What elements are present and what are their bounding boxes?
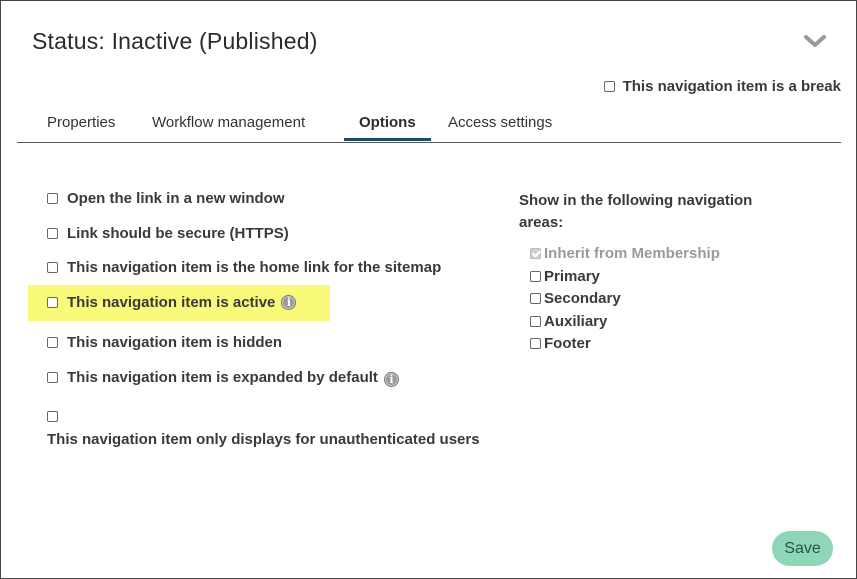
info-icon[interactable]: i — [281, 295, 297, 310]
tab-access-settings[interactable]: Access settings — [448, 114, 552, 139]
area-label: Primary — [544, 268, 600, 285]
option-label: This navigation item is the home link fo… — [67, 259, 442, 276]
break-option[interactable]: This navigation item is a break — [603, 78, 841, 95]
option-expanded[interactable]: This navigation item is expanded by defa… — [47, 368, 399, 387]
option-label: This navigation item is active — [67, 294, 276, 311]
active-checkbox[interactable] — [47, 297, 58, 308]
area-auxiliary[interactable]: Auxiliary — [530, 313, 607, 330]
option-label: Link should be secure (HTTPS) — [67, 225, 289, 242]
footer-checkbox[interactable] — [530, 338, 541, 349]
option-secure-link[interactable]: Link should be secure (HTTPS) — [47, 225, 289, 242]
area-footer[interactable]: Footer — [530, 335, 591, 352]
option-home-link[interactable]: This navigation item is the home link fo… — [47, 259, 441, 276]
option-new-window[interactable]: Open the link in a new window — [47, 190, 285, 207]
area-inherit-membership: Inherit from Membership — [530, 245, 720, 262]
area-primary[interactable]: Primary — [530, 268, 600, 285]
save-button[interactable]: Save — [772, 531, 833, 566]
secondary-checkbox[interactable] — [530, 293, 541, 304]
hidden-checkbox[interactable] — [47, 337, 58, 348]
option-hidden[interactable]: This navigation item is hidden — [47, 334, 282, 351]
status-title: Status: Inactive (Published) — [32, 28, 318, 54]
home-link-checkbox[interactable] — [47, 262, 58, 273]
navigation-areas-heading: Show in the following navigation areas: — [519, 192, 753, 231]
info-icon[interactable]: i — [383, 372, 399, 387]
navigation-item-panel: Status: Inactive (Published) This naviga… — [0, 0, 857, 579]
area-secondary[interactable]: Secondary — [530, 290, 621, 307]
option-label: Open the link in a new window — [67, 190, 285, 207]
break-label: This navigation item is a break — [622, 78, 841, 95]
unauthenticated-checkbox[interactable] — [47, 411, 58, 422]
area-label: Inherit from Membership — [544, 245, 720, 262]
new-window-checkbox[interactable] — [47, 193, 58, 204]
tab-bar: Properties Workflow management Options A… — [17, 109, 841, 143]
auxiliary-checkbox[interactable] — [530, 316, 541, 327]
unauthenticated-label: This navigation item only displays for u… — [47, 431, 480, 448]
inherit-checkbox — [530, 248, 541, 259]
tab-properties[interactable]: Properties — [47, 114, 115, 139]
option-active[interactable]: This navigation item is active i — [47, 294, 297, 311]
area-label: Footer — [544, 335, 591, 352]
tab-options[interactable]: Options — [344, 114, 431, 141]
option-label: This navigation item is expanded by defa… — [67, 369, 378, 386]
chevron-down-icon[interactable] — [803, 33, 827, 51]
area-label: Secondary — [544, 290, 621, 307]
break-checkbox[interactable] — [603, 81, 615, 92]
tab-workflow-management[interactable]: Workflow management — [152, 114, 305, 139]
area-label: Auxiliary — [544, 313, 608, 330]
secure-link-checkbox[interactable] — [47, 228, 58, 239]
expanded-checkbox[interactable] — [47, 372, 58, 383]
primary-checkbox[interactable] — [530, 271, 541, 282]
option-label: This navigation item is hidden — [67, 334, 283, 351]
